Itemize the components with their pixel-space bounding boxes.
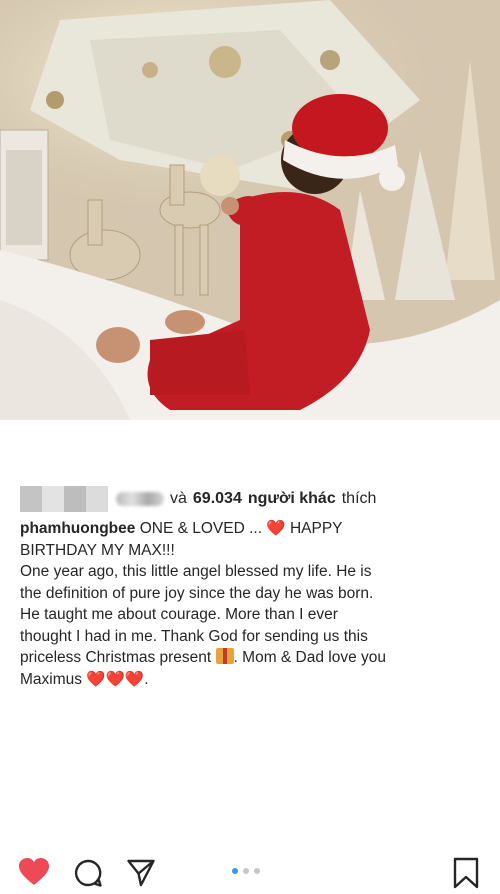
likes-summary[interactable]: và 69.034 người khác thích: [20, 485, 376, 513]
caption-username[interactable]: phamhuongbee: [20, 520, 135, 537]
likes-others-label[interactable]: người khác: [248, 490, 336, 508]
blurred-username: [116, 492, 164, 506]
caption-headline-a: ONE & LOVED ...: [139, 520, 263, 537]
caption-body-line: thought I had in me. Thank God for sendi…: [20, 627, 368, 645]
caption-headline-line2: BIRTHDAY MY MAX!!!: [20, 541, 175, 559]
caption-body-line: Maximus: [20, 670, 83, 688]
post-actions-bar: [0, 420, 500, 889]
caption-body-line: He taught me about courage. More than I …: [20, 606, 338, 623]
gift-emoji-icon: [215, 648, 234, 664]
blurred-avatars: [20, 486, 108, 512]
likes-suffix: thích: [341, 490, 377, 507]
caption-body-line: One year ago, this little angel blessed …: [20, 563, 372, 580]
share-send-icon[interactable]: [126, 858, 156, 893]
comment-icon[interactable]: [73, 858, 103, 893]
photo-illustration: [0, 0, 500, 420]
carousel-dot[interactable]: [243, 868, 249, 874]
bookmark-save-icon[interactable]: [452, 857, 480, 894]
caption-body-line: priceless Christmas present: [20, 649, 212, 666]
carousel-indicator: [232, 868, 260, 874]
carousel-dot[interactable]: [232, 868, 238, 874]
carousel-dot[interactable]: [254, 868, 260, 874]
like-heart-icon[interactable]: [18, 857, 50, 892]
caption-body-line: . Mom & Dad love you: [233, 649, 387, 666]
hearts-emoji-icon: ❤️❤️❤️: [86, 670, 145, 688]
caption-period: .: [144, 670, 149, 688]
post-photo[interactable]: [0, 0, 500, 420]
likes-count[interactable]: 69.034: [193, 490, 242, 508]
post-caption: phamhuongbee ONE & LOVED ... ❤️ HAPPY BI…: [20, 518, 488, 690]
heart-emoji-icon: ❤️: [266, 520, 286, 537]
caption-headline-b: HAPPY: [289, 520, 343, 537]
likes-connector: và: [170, 490, 187, 507]
caption-body-line: the definition of pure joy since the day…: [20, 584, 374, 602]
